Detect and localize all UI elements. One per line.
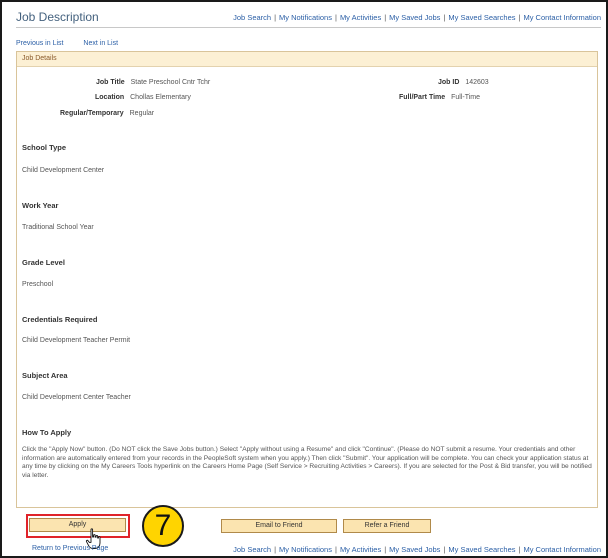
location-field: Location Chollas Elementary [95,94,191,101]
separator: | [384,13,387,22]
separator: | [334,13,337,22]
location-value: Chollas Elementary [130,94,191,101]
regular-temporary-label: Regular/Temporary [60,110,124,117]
separator: | [274,545,277,554]
job-details-heading: Job Details [17,52,597,67]
step-number-badge: 7 [142,505,184,547]
work-year-value: Traditional School Year [22,224,94,231]
header-divider [16,27,601,28]
job-details-panel: Job Details Job Title State Preschool Cn… [16,51,598,508]
credentials-required-title: Credentials Required [22,315,98,324]
regular-temporary-value: Regular [129,110,155,117]
refer-a-friend-button[interactable]: Refer a Friend [343,519,431,533]
job-id-label: Job ID [438,79,460,86]
job-title-value: State Preschool Cntr Tchr [130,79,211,86]
job-title-field: Job Title State Preschool Cntr Tchr [96,79,210,86]
regular-temporary-field: Regular/Temporary Regular [60,110,154,117]
full-part-time-value: Full-Time [451,94,481,101]
link-my-contact-information[interactable]: My Contact Information [523,545,601,554]
subject-area-title: Subject Area [22,371,68,380]
job-title-label: Job Title [96,79,125,86]
subject-area-value: Child Development Center Teacher [22,394,131,401]
link-my-activities[interactable]: My Activities [340,545,381,554]
apply-highlight-box [26,514,130,538]
how-to-apply-title: How To Apply [22,428,72,437]
link-job-search[interactable]: Job Search [233,13,271,22]
previous-in-list-link[interactable]: Previous in List [16,40,63,47]
location-label: Location [95,94,125,101]
top-nav-links: Job Search | My Notifications | My Activitie… [233,13,601,22]
job-id-field: Job ID 142603 [438,79,489,86]
full-part-time-field: Full/Part Time Full-Time [399,94,480,101]
work-year-title: Work Year [22,201,59,210]
link-my-contact-information[interactable]: My Contact Information [523,13,601,22]
credentials-required-value: Child Development Teacher Permit [22,337,131,344]
link-my-saved-searches[interactable]: My Saved Searches [448,545,515,554]
link-my-notifications[interactable]: My Notifications [279,13,332,22]
full-part-time-label: Full/Part Time [399,94,446,101]
school-type-value: Child Development Center [22,167,105,174]
link-my-saved-searches[interactable]: My Saved Searches [448,13,515,22]
bottom-nav-links: Job Search | My Notifications | My Activitie… [233,545,601,554]
job-id-value: 142603 [465,79,489,86]
separator: | [334,545,337,554]
list-navigation: Previous in List Next in List [16,40,136,47]
link-my-notifications[interactable]: My Notifications [279,545,332,554]
next-in-list-link[interactable]: Next in List [83,40,118,47]
return-to-previous-page-link-wrap: Return to Previous Page [32,545,108,552]
separator: | [274,13,277,22]
link-job-search[interactable]: Job Search [233,545,271,554]
email-to-friend-button[interactable]: Email to Friend [221,519,337,533]
page-title: Job Description [16,10,99,24]
grade-level-value: Preschool [22,281,54,288]
how-to-apply-text: Click the "Apply Now" button. (Do NOT cl… [22,446,592,479]
grade-level-title: Grade Level [22,258,65,267]
link-my-saved-jobs[interactable]: My Saved Jobs [389,545,440,554]
school-type-title: School Type [22,143,67,152]
link-my-saved-jobs[interactable]: My Saved Jobs [389,13,440,22]
return-to-previous-page-link[interactable]: Return to Previous Page [32,545,108,552]
link-my-activities[interactable]: My Activities [340,13,381,22]
separator: | [384,545,387,554]
